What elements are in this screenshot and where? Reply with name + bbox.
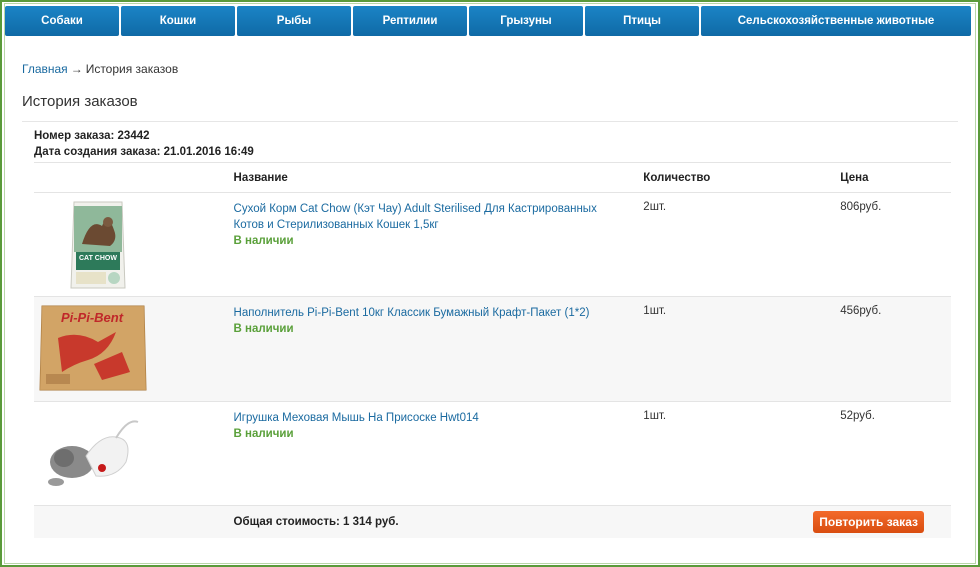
- table-row: CAT CHOW Сухой Корм Cat Chow (Кэт Чау) A…: [34, 192, 951, 297]
- stock-status: В наличии: [233, 235, 294, 247]
- nav-item-fish[interactable]: Рыбы: [237, 6, 351, 36]
- repeat-order-button[interactable]: Повторить заказ: [813, 510, 924, 533]
- nav-item-birds[interactable]: Птицы: [585, 6, 699, 36]
- order-total-row: Общая стоимость: 1 314 руб. Повторить за…: [34, 505, 951, 538]
- price-value: 52руб.: [840, 410, 875, 422]
- order-panel: Номер заказа: 23442 Дата создания заказа…: [22, 121, 958, 538]
- table-header-row: Название Количество Цена: [34, 162, 951, 193]
- header-image: [34, 162, 234, 193]
- header-name: Название: [233, 162, 644, 193]
- litter-bag-icon[interactable]: Pi-Pi-Bent: [38, 302, 148, 394]
- page-title: История заказов: [22, 93, 138, 110]
- product-link[interactable]: Сухой Корм Cat Chow (Кэт Чау) Adult Ster…: [234, 201, 624, 233]
- order-items-table: Название Количество Цена CAT CHOW Сухой …: [34, 162, 951, 538]
- order-total: Общая стоимость: 1 314 руб.: [233, 515, 399, 528]
- top-navigation: Собаки Кошки Рыбы Рептилии Грызуны Птицы…: [5, 6, 971, 36]
- product-image-cell: Pi-Pi-Bent: [34, 296, 234, 402]
- qty-value: 1шт.: [643, 410, 667, 422]
- toy-mouse-icon[interactable]: [42, 412, 142, 492]
- price-cell: 52руб.: [840, 401, 951, 506]
- nav-item-rodents[interactable]: Грызуны: [469, 6, 583, 36]
- product-name-cell: Игрушка Меховая Мышь На Присоске Hwt014 …: [233, 401, 644, 506]
- litter-brand-text: Pi-Pi-Bent: [61, 310, 124, 325]
- nav-item-farm-animals[interactable]: Сельскохозяйственные животные: [701, 6, 971, 36]
- table-row: Игрушка Меховая Мышь На Присоске Hwt014 …: [34, 401, 951, 506]
- breadcrumb-separator: →: [70, 62, 83, 76]
- qty-cell: 1шт.: [643, 296, 841, 402]
- price-value: 806руб.: [840, 201, 882, 213]
- cat-food-bag-icon[interactable]: CAT CHOW: [68, 200, 128, 292]
- footer-spacer-cell: [643, 505, 841, 538]
- cat-food-brand-text: CAT CHOW: [79, 255, 117, 262]
- product-link[interactable]: Наполнитель Pi-Pi-Bent 10кг Классик Бума…: [234, 305, 624, 321]
- breadcrumb-home-link[interactable]: Главная: [22, 62, 68, 76]
- qty-value: 1шт.: [643, 305, 667, 317]
- header-qty: Количество: [643, 162, 841, 193]
- product-name-cell: Наполнитель Pi-Pi-Bent 10кг Классик Бума…: [233, 296, 644, 402]
- order-meta: Номер заказа: 23442 Дата создания заказа…: [34, 128, 254, 160]
- header-price: Цена: [840, 162, 951, 193]
- product-image-cell: CAT CHOW: [34, 192, 234, 297]
- qty-cell: 1шт.: [643, 401, 841, 506]
- product-name-cell: Сухой Корм Cat Chow (Кэт Чау) Adult Ster…: [233, 192, 644, 297]
- price-value: 456руб.: [840, 305, 882, 317]
- qty-cell: 2шт.: [643, 192, 841, 297]
- order-number: Номер заказа: 23442: [34, 130, 150, 142]
- nav-item-reptiles[interactable]: Рептилии: [353, 6, 467, 36]
- qty-value: 2шт.: [643, 201, 667, 213]
- price-cell: 806руб.: [840, 192, 951, 297]
- nav-item-cats[interactable]: Кошки: [121, 6, 235, 36]
- product-image-cell: [34, 401, 234, 506]
- order-date: Дата создания заказа: 21.01.2016 16:49: [34, 146, 254, 158]
- product-link[interactable]: Игрушка Меховая Мышь На Присоске Hwt014: [234, 410, 624, 426]
- price-cell: 456руб.: [840, 296, 951, 402]
- nav-item-dogs[interactable]: Собаки: [5, 6, 119, 36]
- footer-empty-cell: [34, 505, 234, 538]
- breadcrumb: Главная → История заказов: [22, 62, 178, 76]
- stock-status: В наличии: [233, 428, 294, 440]
- repeat-cell: Повторить заказ: [813, 505, 951, 538]
- breadcrumb-current: История заказов: [85, 62, 179, 76]
- table-row: Pi-Pi-Bent Наполнитель Pi-Pi-Bent 10кг К…: [34, 296, 951, 402]
- total-cell: Общая стоимость: 1 314 руб.: [233, 505, 644, 538]
- stock-status: В наличии: [233, 323, 294, 335]
